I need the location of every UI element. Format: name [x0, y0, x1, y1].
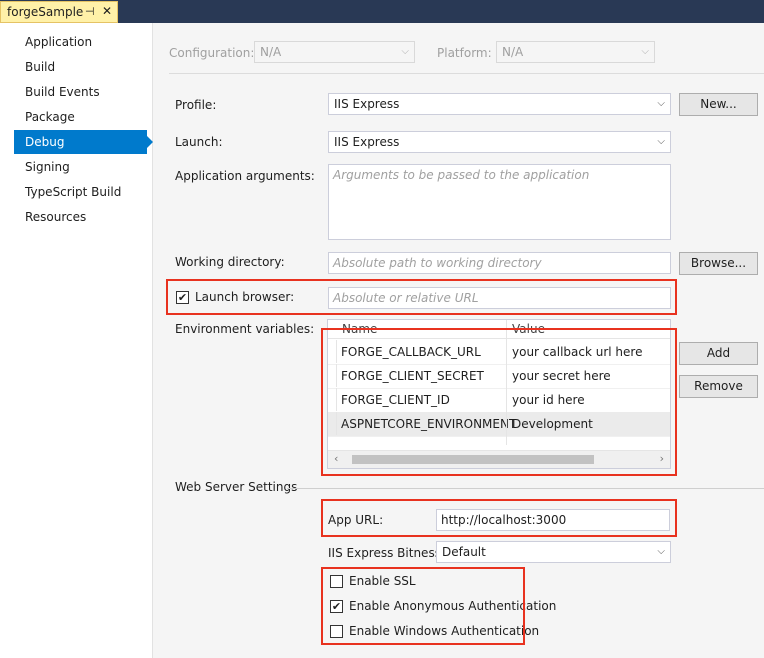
profile-value: IIS Express [334, 97, 400, 111]
sidebar-item-application[interactable]: Application [14, 30, 147, 54]
scroll-left-icon[interactable]: ‹ [334, 452, 338, 465]
sidebar-item-typescript-build[interactable]: TypeScript Build [14, 180, 147, 204]
launch-browser-checkbox[interactable]: ✔ [176, 291, 189, 304]
chevron-down-icon: ⌵ [657, 546, 665, 557]
app-url-input[interactable]: http://localhost:3000 [436, 509, 670, 531]
new-profile-button[interactable]: New... [679, 93, 758, 116]
app-url-value: http://localhost:3000 [441, 513, 567, 527]
platform-select[interactable]: N/A ⌵ [496, 41, 655, 63]
table-row[interactable]: FORGE_CLIENT_ID your id here [328, 388, 670, 413]
launch-browser-placeholder: Absolute or relative URL [333, 291, 479, 305]
enable-anonymous-auth-checkbox[interactable]: ✔ [330, 600, 343, 613]
sidebar-item-resources[interactable]: Resources [14, 205, 147, 229]
sidebar-item-build-events[interactable]: Build Events [14, 80, 147, 104]
launch-select[interactable]: IIS Express ⌵ [328, 131, 671, 153]
working-directory-placeholder: Absolute path to working directory [333, 256, 542, 270]
profile-select[interactable]: IIS Express ⌵ [328, 93, 671, 115]
env-value-cell[interactable]: your secret here [512, 369, 611, 383]
section-divider [287, 488, 764, 489]
launch-label: Launch: [175, 135, 223, 149]
configuration-select[interactable]: N/A ⌵ [254, 41, 415, 63]
env-name-cell[interactable]: FORGE_CALLBACK_URL [341, 345, 481, 359]
iis-express-bitness-select[interactable]: Default ⌵ [436, 541, 671, 563]
row-header [328, 364, 337, 387]
sidebar-item-build[interactable]: Build [14, 55, 147, 79]
row-header [328, 388, 337, 411]
env-value-cell[interactable]: Development [512, 417, 593, 431]
bitness-value: Default [442, 545, 486, 559]
chevron-down-icon: ⌵ [657, 98, 665, 109]
document-tab[interactable]: forgeSample ⊣ ✕ [0, 1, 118, 23]
env-name-cell[interactable]: ASPNETCORE_ENVIRONMENT [341, 417, 516, 431]
sidebar: Application Build Build Events Package D… [0, 23, 153, 658]
app-arguments-label: Application arguments: [175, 169, 315, 183]
environment-variables-label: Environment variables: [175, 322, 315, 336]
table-row[interactable]: FORGE_CALLBACK_URL your callback url her… [328, 340, 670, 365]
enable-ssl-label: Enable SSL [349, 574, 416, 588]
working-directory-label: Working directory: [175, 255, 285, 269]
launch-value: IIS Express [334, 135, 400, 149]
env-name-cell[interactable]: FORGE_CLIENT_SECRET [341, 369, 484, 383]
sidebar-item-signing[interactable]: Signing [14, 155, 147, 179]
debug-settings-panel: Configuration: N/A ⌵ Platform: N/A ⌵ Pro… [153, 23, 764, 658]
enable-anonymous-auth-label: Enable Anonymous Authentication [349, 599, 557, 613]
configuration-value: N/A [260, 45, 282, 59]
column-header-name[interactable]: Name [342, 322, 377, 336]
divider [169, 73, 764, 74]
document-tab-bar: forgeSample ⊣ ✕ [0, 0, 764, 23]
configuration-label: Configuration: [169, 46, 255, 60]
web-server-settings-heading: Web Server Settings [175, 480, 298, 494]
table-row[interactable]: ASPNETCORE_ENVIRONMENT Development [328, 412, 670, 437]
enable-windows-auth-checkbox[interactable] [330, 625, 343, 638]
platform-value: N/A [502, 45, 524, 59]
environment-variables-grid[interactable]: Name Value FORGE_CALLBACK_URL your callb… [327, 319, 671, 469]
scroll-right-icon[interactable]: › [660, 452, 664, 465]
browse-button[interactable]: Browse... [679, 252, 758, 275]
row-header [328, 340, 337, 363]
env-name-cell[interactable]: FORGE_CLIENT_ID [341, 393, 450, 407]
app-url-label: App URL: [328, 513, 384, 527]
chevron-down-icon: ⌵ [401, 46, 409, 57]
sidebar-item-package[interactable]: Package [14, 105, 147, 129]
grid-header: Name Value [328, 320, 670, 339]
env-value-cell[interactable]: your id here [512, 393, 585, 407]
table-row[interactable]: FORGE_CLIENT_SECRET your secret here [328, 364, 670, 389]
pin-icon[interactable]: ⊣ [85, 5, 95, 18]
iis-express-bitness-label: IIS Express Bitness: [328, 546, 445, 560]
close-icon[interactable]: ✕ [102, 4, 112, 18]
row-header [328, 412, 337, 435]
column-divider [506, 320, 507, 445]
launch-browser-url-input[interactable]: Absolute or relative URL [328, 287, 671, 309]
document-tab-title: forgeSample [7, 5, 84, 19]
profile-label: Profile: [175, 98, 217, 112]
working-directory-input[interactable]: Absolute path to working directory [328, 252, 671, 274]
scrollbar-thumb[interactable] [352, 455, 594, 464]
launch-browser-label: Launch browser: [195, 290, 295, 304]
platform-label: Platform: [437, 46, 492, 60]
sidebar-item-debug[interactable]: Debug [14, 130, 153, 154]
env-value-cell[interactable]: your callback url here [512, 345, 642, 359]
chevron-down-icon: ⌵ [657, 136, 665, 147]
app-arguments-input[interactable]: Arguments to be passed to the applicatio… [328, 164, 671, 240]
app-arguments-placeholder: Arguments to be passed to the applicatio… [333, 168, 590, 182]
add-variable-button[interactable]: Add [679, 342, 758, 365]
horizontal-scrollbar[interactable]: ‹ › [328, 450, 670, 468]
enable-ssl-checkbox[interactable] [330, 575, 343, 588]
column-header-value[interactable]: Value [512, 322, 545, 336]
chevron-down-icon: ⌵ [641, 46, 649, 57]
enable-windows-auth-label: Enable Windows Authentication [349, 624, 540, 638]
remove-variable-button[interactable]: Remove [679, 375, 758, 398]
